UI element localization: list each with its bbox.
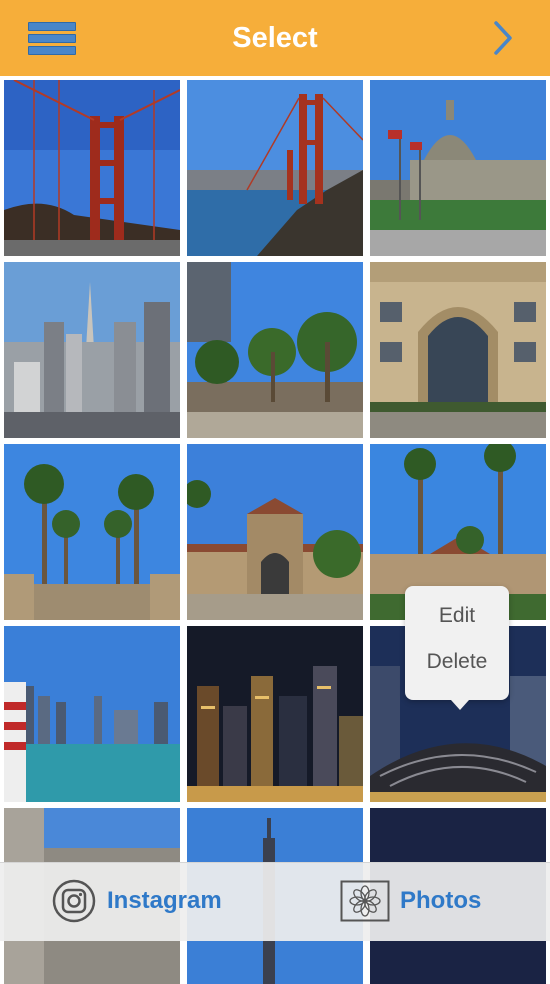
mission-building-photo	[187, 444, 363, 620]
photo-tile[interactable]	[187, 444, 363, 620]
instagram-label: Instagram	[107, 887, 222, 914]
palm-avenue-photo	[4, 444, 180, 620]
city-skyline-photo	[4, 262, 180, 438]
menu-icon-bar	[28, 34, 76, 43]
page-title: Select	[232, 22, 318, 54]
menu-icon-bar	[28, 46, 76, 55]
chevron-right-icon	[494, 21, 512, 55]
delete-menu-item[interactable]: Delete	[405, 650, 509, 674]
photo-tile[interactable]	[370, 262, 546, 438]
photo-tile[interactable]	[4, 444, 180, 620]
skyline-from-water-photo	[4, 626, 180, 802]
context-menu: Edit Delete	[405, 586, 509, 710]
instagram-button[interactable]: Instagram	[52, 863, 242, 941]
golden-gate-bridge-tower-photo	[4, 80, 180, 256]
photo-tile[interactable]	[187, 626, 363, 802]
photos-icon	[340, 880, 390, 922]
next-button[interactable]	[488, 20, 518, 56]
instagram-icon	[52, 879, 96, 923]
city-hall-dome-photo	[370, 80, 546, 256]
edit-menu-item[interactable]: Edit	[405, 604, 509, 628]
photo-tile[interactable]	[187, 262, 363, 438]
golden-gate-bridge-bay-photo	[187, 80, 363, 256]
menu-button[interactable]	[28, 20, 78, 56]
header-bar: Select	[0, 0, 550, 76]
arched-building-photo	[370, 262, 546, 438]
photo-tile[interactable]	[4, 262, 180, 438]
photo-tile[interactable]	[4, 80, 180, 256]
photo-tile[interactable]	[187, 80, 363, 256]
photos-label: Photos	[400, 887, 482, 914]
palm-plaza-photo	[187, 262, 363, 438]
photos-button[interactable]: Photos	[340, 863, 500, 941]
photo-tile[interactable]	[4, 626, 180, 802]
bottom-toolbar: Instagram Photos	[0, 862, 550, 941]
menu-icon	[28, 22, 76, 31]
city-at-night-photo	[187, 626, 363, 802]
photo-tile[interactable]	[370, 80, 546, 256]
